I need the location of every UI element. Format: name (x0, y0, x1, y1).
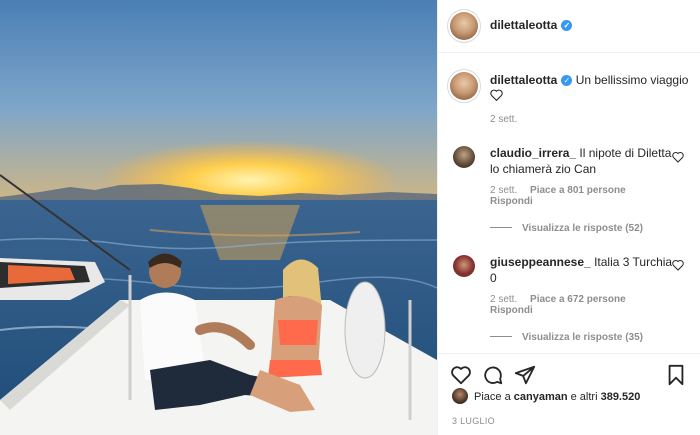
view-replies[interactable]: Visualizza le risposte (35) (490, 332, 643, 343)
caption: dilettaleotta ✓ Un bellissimo viaggio (490, 72, 690, 88)
liker-avatar[interactable] (452, 388, 468, 404)
view-replies-text[interactable]: Visualizza le risposte (52) (522, 223, 643, 234)
bookmark-icon[interactable] (665, 364, 687, 386)
reply-link[interactable]: Rispondi (490, 196, 533, 207)
caption-avatar[interactable] (450, 72, 478, 100)
comment-likes-link[interactable]: Piace a 801 persone (530, 185, 626, 196)
author-avatar[interactable] (450, 12, 478, 40)
comment-time: 2 sett. (490, 294, 518, 305)
comment-like-heart-icon[interactable] (672, 259, 684, 271)
sunset-sailboat-photo (0, 140, 437, 435)
post-header: dilettaleotta ✓ (438, 0, 700, 53)
heart-icon[interactable] (450, 364, 472, 386)
comment-2: giuseppeannese_ Italia 3 Turchia 0 (490, 254, 675, 286)
post-photo[interactable] (0, 0, 437, 435)
caption-heart-icon[interactable] (490, 89, 503, 101)
replies-divider (490, 336, 512, 337)
comment-avatar[interactable] (453, 146, 475, 168)
comment-username[interactable]: claudio_irrera_ (490, 146, 576, 160)
view-replies-text[interactable]: Visualizza le risposte (35) (522, 332, 643, 343)
comment-text-line2: lo chiamerà zio Can (490, 162, 597, 176)
comment-avatar[interactable] (453, 255, 475, 277)
action-bar (438, 353, 700, 386)
view-replies[interactable]: Visualizza le risposte (52) (490, 223, 643, 234)
verified-badge-icon: ✓ (561, 75, 573, 86)
comment-icon[interactable] (482, 364, 504, 386)
liker-username[interactable]: canyaman (514, 391, 568, 403)
caption-username[interactable]: dilettaleotta (490, 73, 557, 87)
author-username[interactable]: dilettaleotta ✓ (490, 18, 573, 32)
comment-text-line2: 0 (490, 271, 497, 285)
post-date: 3 LUGLIO (452, 416, 495, 426)
author-username-text[interactable]: dilettaleotta (490, 18, 557, 32)
share-icon[interactable] (514, 364, 536, 386)
comment-meta: 2 sett. Piace a 672 persone (490, 294, 626, 305)
comment-text: Italia 3 Turchia (594, 255, 673, 269)
reply-link[interactable]: Rispondi (490, 305, 533, 316)
caption-text: Un bellissimo viaggio (575, 73, 689, 87)
comment-text: Il nipote di Diletta (579, 146, 672, 160)
replies-divider (490, 227, 512, 228)
likes-suffix: e altri (567, 391, 601, 403)
comment-username[interactable]: giuseppeannese_ (490, 255, 591, 269)
caption-timestamp: 2 sett. (490, 114, 518, 125)
verified-badge-icon: ✓ (561, 20, 573, 31)
comment-1: claudio_irrera_ Il nipote di Diletta lo … (490, 145, 675, 177)
post-side-panel: dilettaleotta ✓ dilettaleotta ✓ Un belliss… (437, 0, 700, 435)
comment-time: 2 sett. (490, 185, 518, 196)
likes-summary: Piace a canyaman e altri 389.520 (452, 388, 641, 404)
likes-prefix: Piace a (474, 391, 514, 403)
comment-meta: 2 sett. Piace a 801 persone (490, 185, 626, 196)
comment-meta-2: Rispondi (490, 305, 533, 316)
comment-likes-link[interactable]: Piace a 672 persone (530, 294, 626, 305)
instagram-post: dilettaleotta ✓ dilettaleotta ✓ Un belliss… (0, 0, 700, 435)
comment-meta-2: Rispondi (490, 196, 533, 207)
comment-like-heart-icon[interactable] (672, 151, 684, 163)
likes-count[interactable]: 389.520 (601, 391, 641, 403)
